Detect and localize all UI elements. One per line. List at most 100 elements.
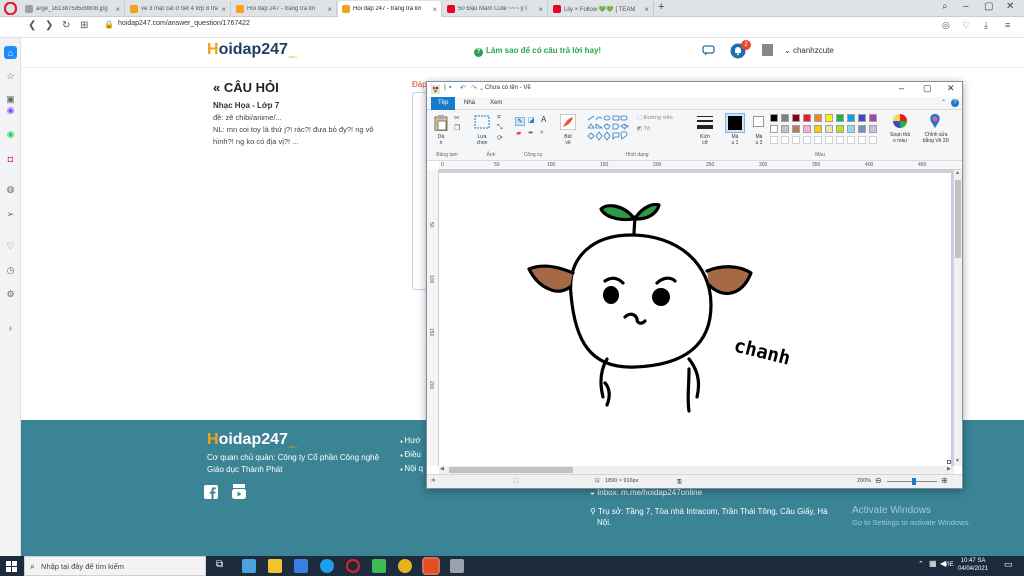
palette-swatch-empty[interactable] bbox=[792, 136, 800, 144]
url-field[interactable]: hoidap247.com/answer_question/1767422 bbox=[118, 20, 250, 27]
taskbar-store-icon[interactable] bbox=[294, 559, 308, 573]
crop-icon[interactable]: ⌗ bbox=[497, 114, 501, 122]
edit-colors-label[interactable]: Soạn thả o màu bbox=[885, 132, 915, 144]
forward-icon[interactable]: ❯ bbox=[45, 20, 53, 31]
opera-logo-icon[interactable] bbox=[4, 2, 17, 15]
taskbar-app-icon[interactable] bbox=[450, 559, 464, 573]
tab-close-icon[interactable]: × bbox=[535, 5, 543, 14]
palette-swatch[interactable] bbox=[847, 125, 855, 133]
palette-swatch-empty[interactable] bbox=[836, 136, 844, 144]
minimize-icon[interactable]: – bbox=[963, 1, 969, 12]
palette-swatch[interactable] bbox=[803, 125, 811, 133]
back-icon[interactable]: ❮ bbox=[28, 20, 36, 31]
browser-tab[interactable]: Lily × Follow 💚💚 [ TEAM × bbox=[549, 1, 654, 17]
search-tabs-icon[interactable]: ⌕ bbox=[942, 1, 948, 12]
scroll-up-icon[interactable]: ▲ bbox=[955, 170, 960, 176]
palette-swatch[interactable] bbox=[858, 125, 866, 133]
brushes-icon[interactable] bbox=[560, 114, 576, 130]
user-avatar[interactable] bbox=[762, 44, 773, 56]
tray-notifications-icon[interactable]: ▭ bbox=[1004, 559, 1013, 570]
footer-logo[interactable]: Hoidap247.com bbox=[207, 431, 297, 449]
speed-dial-icon[interactable]: ⌂ bbox=[4, 46, 17, 59]
download-icon[interactable]: ⤓ bbox=[984, 20, 988, 31]
scroll-right-icon[interactable]: ▶ bbox=[947, 466, 951, 472]
lock-icon[interactable]: 🔒 bbox=[104, 20, 114, 29]
tab-view[interactable]: Xem bbox=[483, 97, 509, 110]
tab-file[interactable]: Tệp bbox=[431, 97, 456, 110]
tray-language[interactable]: VIE bbox=[944, 562, 954, 568]
cut-icon[interactable]: ✂ bbox=[454, 114, 460, 122]
vertical-scroll-thumb[interactable] bbox=[955, 180, 961, 258]
zoom-in-icon[interactable]: ⊕ bbox=[941, 476, 948, 485]
bookmark-heart-icon[interactable]: ♡ bbox=[962, 20, 970, 31]
taskbar-photos-icon[interactable] bbox=[242, 559, 256, 573]
palette-swatch[interactable] bbox=[792, 114, 800, 122]
zoom-out-icon[interactable]: ⊖ bbox=[875, 476, 882, 485]
footer-inbox[interactable]: ◒ Inbox: m.me/hoidap247online bbox=[590, 488, 702, 497]
palette-swatch-empty[interactable] bbox=[858, 136, 866, 144]
paste-icon[interactable] bbox=[434, 115, 448, 131]
tray-clock[interactable]: 10:47 SA 04/04/2021 bbox=[958, 557, 988, 573]
question-subject[interactable]: Nhạc Họa - Lớp 7 bbox=[213, 101, 279, 110]
scroll-down-icon[interactable]: ▼ bbox=[955, 458, 960, 464]
settings-icon[interactable]: ⚙ bbox=[4, 288, 17, 301]
canvas-resize-handle[interactable] bbox=[947, 460, 951, 464]
tab-close-icon[interactable]: × bbox=[324, 5, 332, 14]
rotate-icon[interactable]: ⟳ bbox=[497, 134, 503, 142]
pencil-icon[interactable]: ✎ bbox=[515, 117, 525, 126]
taskbar-paint-icon[interactable] bbox=[422, 557, 440, 575]
fill-bucket-icon[interactable]: ◪ bbox=[528, 116, 535, 124]
heart-icon[interactable]: ♡ bbox=[4, 240, 17, 253]
browser-tab[interactable]: 50 Đậu Mầm Cute ~~~ ý t × bbox=[443, 1, 548, 17]
resize-icon[interactable]: ⤡ bbox=[497, 124, 503, 132]
star-icon[interactable]: ☆ bbox=[4, 70, 17, 83]
palette-swatch-empty[interactable] bbox=[803, 136, 811, 144]
palette-swatch[interactable] bbox=[869, 114, 877, 122]
palette-swatch[interactable] bbox=[770, 125, 778, 133]
palette-swatch-empty[interactable] bbox=[869, 136, 877, 144]
paint-app-icon[interactable] bbox=[431, 85, 440, 94]
paint-close-icon[interactable]: ✕ bbox=[947, 83, 955, 94]
brushes-button-label[interactable]: Bút vẽ bbox=[558, 134, 578, 146]
paint-window[interactable]: | ▪ ↶ ↷ ⌄ Chưa có tên - Vẽ – ▢ ✕ Tệp Nhà… bbox=[426, 81, 963, 489]
tagline-link[interactable]: ? Làm sao để có câu trả lời hay! bbox=[474, 46, 601, 57]
palette-swatch[interactable] bbox=[781, 114, 789, 122]
tab-close-icon[interactable]: × bbox=[429, 5, 437, 14]
footer-link[interactable]: ● Điều bbox=[400, 450, 421, 459]
windows-start-icon[interactable] bbox=[6, 561, 17, 572]
chat-icon[interactable] bbox=[702, 45, 715, 56]
undo-icon[interactable]: ↶ bbox=[460, 84, 466, 92]
palette-swatch[interactable] bbox=[781, 125, 789, 133]
taskbar-edge-icon[interactable] bbox=[320, 559, 334, 573]
palette-swatch[interactable] bbox=[825, 125, 833, 133]
tab-close-icon[interactable]: × bbox=[112, 5, 120, 14]
outline-dropdown[interactable]: ⬚ Đường viền bbox=[637, 115, 673, 121]
eraser-icon[interactable]: ▰ bbox=[516, 129, 521, 137]
fill-dropdown[interactable]: ◩ Tô bbox=[637, 126, 650, 132]
redo-icon[interactable]: ↷ bbox=[471, 84, 477, 92]
copy-icon[interactable]: ❐ bbox=[454, 124, 460, 132]
palette-swatch[interactable] bbox=[836, 125, 844, 133]
quick-save-icon[interactable]: ▪ bbox=[449, 84, 451, 91]
palette-swatch[interactable] bbox=[836, 114, 844, 122]
color2-swatch[interactable] bbox=[753, 116, 764, 127]
home-grid-icon[interactable]: ⊞ bbox=[80, 20, 88, 31]
palette-swatch[interactable] bbox=[847, 114, 855, 122]
line-size-icon[interactable] bbox=[697, 116, 713, 129]
double-chevron-left-icon[interactable]: « bbox=[213, 80, 220, 95]
palette-swatch[interactable] bbox=[869, 125, 877, 133]
browser-tab[interactable]: vẽ 3 mặt cắt ở tiết 4 lớp 8 thành × bbox=[126, 1, 231, 17]
zoom-slider-thumb[interactable] bbox=[912, 478, 916, 485]
snapshot-icon[interactable]: ◎ bbox=[942, 20, 950, 31]
paint-title-bar[interactable]: | ▪ ↶ ↷ ⌄ Chưa có tên - Vẽ – ▢ ✕ bbox=[427, 82, 962, 97]
reload-icon[interactable]: ↻ bbox=[62, 20, 70, 31]
maximize-icon[interactable]: ▢ bbox=[984, 1, 993, 12]
close-icon[interactable]: ✕ bbox=[1006, 1, 1014, 12]
easy-setup-icon[interactable]: ≡ bbox=[1005, 20, 1010, 30]
footer-link[interactable]: ● Nội q bbox=[400, 464, 423, 473]
instagram-icon[interactable]: ◘ bbox=[4, 152, 17, 165]
palette-swatch[interactable] bbox=[814, 114, 822, 122]
palette-swatch[interactable] bbox=[814, 125, 822, 133]
history-icon[interactable]: ◷ bbox=[4, 264, 17, 277]
messenger-icon[interactable]: ◉ bbox=[4, 104, 17, 117]
